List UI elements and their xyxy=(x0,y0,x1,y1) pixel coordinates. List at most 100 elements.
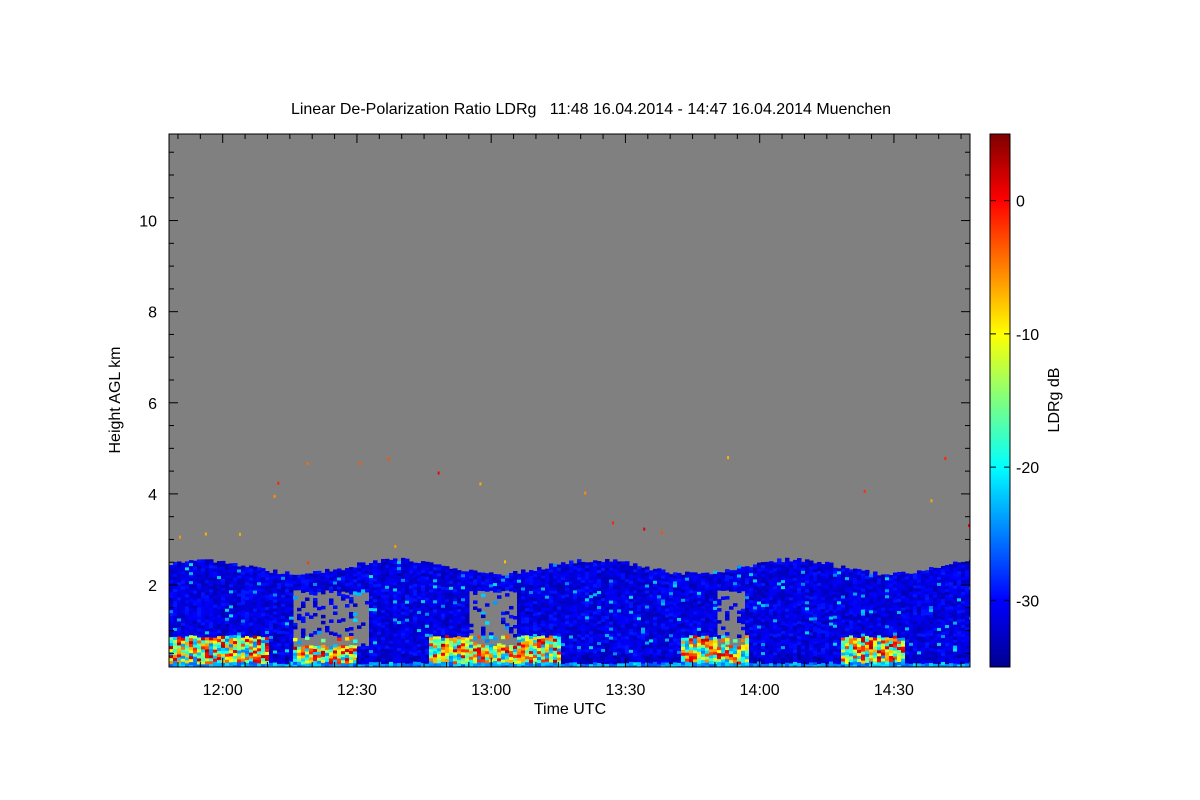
ldr-cell xyxy=(417,638,422,642)
ldr-cell xyxy=(437,657,442,661)
ldr-cell xyxy=(801,636,806,641)
ldr-cell xyxy=(429,640,434,644)
ldr-cell xyxy=(369,653,374,657)
ldr-cell xyxy=(805,580,810,584)
ldr-cell xyxy=(241,610,246,615)
ldr-cell xyxy=(545,625,550,630)
ldr-cell xyxy=(609,654,614,659)
ldr-cell xyxy=(265,577,270,581)
ldr-cell xyxy=(309,633,314,637)
ldr-cell xyxy=(457,585,462,589)
ldr-cell xyxy=(181,565,186,570)
ldr-cell xyxy=(397,570,402,574)
ldr-cell xyxy=(221,608,226,613)
ldr-cell xyxy=(617,618,622,622)
ldr-cell xyxy=(469,569,474,574)
ldr-cell xyxy=(297,616,302,621)
ldr-cell xyxy=(453,580,458,584)
ldr-cell xyxy=(257,642,262,646)
ldr-cell xyxy=(793,655,798,660)
ldr-cell xyxy=(313,645,318,650)
ldr-cell xyxy=(177,588,182,592)
ldr-cell xyxy=(645,602,650,607)
ldr-cell xyxy=(589,655,594,659)
ldr-cell xyxy=(781,598,786,602)
ldr-cell xyxy=(265,652,270,656)
ldr-cell xyxy=(465,577,470,581)
ldr-cell xyxy=(357,661,362,665)
ldr-cell xyxy=(609,609,614,614)
ldr-cell xyxy=(493,637,498,641)
ldr-cell xyxy=(373,662,378,666)
ldr-cell xyxy=(705,596,710,601)
ldr-cell xyxy=(405,633,410,638)
ldr-cell xyxy=(313,585,318,590)
ldr-cell xyxy=(525,608,530,612)
ldr-cell xyxy=(553,608,558,613)
ldr-cell xyxy=(521,653,526,657)
ldr-cell xyxy=(345,586,350,590)
ldr-cell xyxy=(801,567,806,572)
ldr-cell xyxy=(497,574,502,578)
ldr-cell xyxy=(193,566,198,571)
ldr-cell xyxy=(649,588,654,592)
ldr-cell xyxy=(485,585,490,589)
ldr-cell xyxy=(521,590,526,594)
ldr-cell xyxy=(441,604,446,609)
ldr-cell xyxy=(365,585,370,590)
ldr-cell xyxy=(685,583,690,588)
ldr-cell xyxy=(597,612,602,616)
ldr-cell xyxy=(713,654,718,659)
ldr-cell xyxy=(745,593,750,597)
ldr-cell xyxy=(797,558,802,562)
ldr-cell xyxy=(473,606,478,610)
ldr-cell xyxy=(669,619,674,623)
ldr-cell xyxy=(225,581,230,586)
ldr-cell xyxy=(533,658,538,662)
ldr-cell xyxy=(601,621,606,626)
ldr-cell xyxy=(565,570,570,574)
ldr-cell xyxy=(673,575,678,579)
ldr-cell xyxy=(605,580,610,584)
ldr-cell xyxy=(601,582,606,587)
ldr-cell xyxy=(705,617,710,622)
ldr-cell xyxy=(449,610,454,615)
ldr-cell xyxy=(229,662,234,666)
ldr-cell xyxy=(445,620,450,624)
ldr-cell xyxy=(601,639,606,644)
ldr-cell xyxy=(261,655,266,659)
ldr-cell xyxy=(313,630,318,635)
ldr-cell xyxy=(229,641,234,645)
ldr-cell xyxy=(809,617,814,622)
ldr-cell xyxy=(769,570,774,574)
ldr-cell xyxy=(385,582,390,587)
ldr-cell xyxy=(429,622,434,626)
ldr-cell xyxy=(549,587,554,591)
ldr-cell xyxy=(205,655,210,659)
ldr-cell xyxy=(277,655,282,659)
ldr-cell xyxy=(677,650,682,655)
ldr-cell xyxy=(237,593,242,597)
ldr-cell xyxy=(513,570,518,575)
ldr-cell xyxy=(629,565,634,570)
ldr-cell xyxy=(733,582,738,586)
ldr-cell xyxy=(485,621,490,625)
ldr-cell xyxy=(757,619,762,624)
ldr-cell xyxy=(601,585,606,590)
ldr-cell xyxy=(709,628,714,632)
ldr-cell xyxy=(177,642,182,646)
ldr-cell xyxy=(689,647,694,651)
ldr-cell xyxy=(793,625,798,630)
ldr-cell xyxy=(645,647,650,652)
ldr-cell xyxy=(205,580,210,584)
ldr-cell xyxy=(581,651,586,656)
ldr-cell xyxy=(337,583,342,587)
ldr-cell xyxy=(465,619,470,623)
ldr-cell xyxy=(469,587,474,592)
ldr-cell xyxy=(357,580,362,584)
ldr-cell xyxy=(173,615,178,620)
ldr-cell xyxy=(353,648,358,652)
ldr-cell xyxy=(389,577,394,582)
ldr-cell xyxy=(173,585,178,590)
ldr-cell xyxy=(465,655,470,659)
